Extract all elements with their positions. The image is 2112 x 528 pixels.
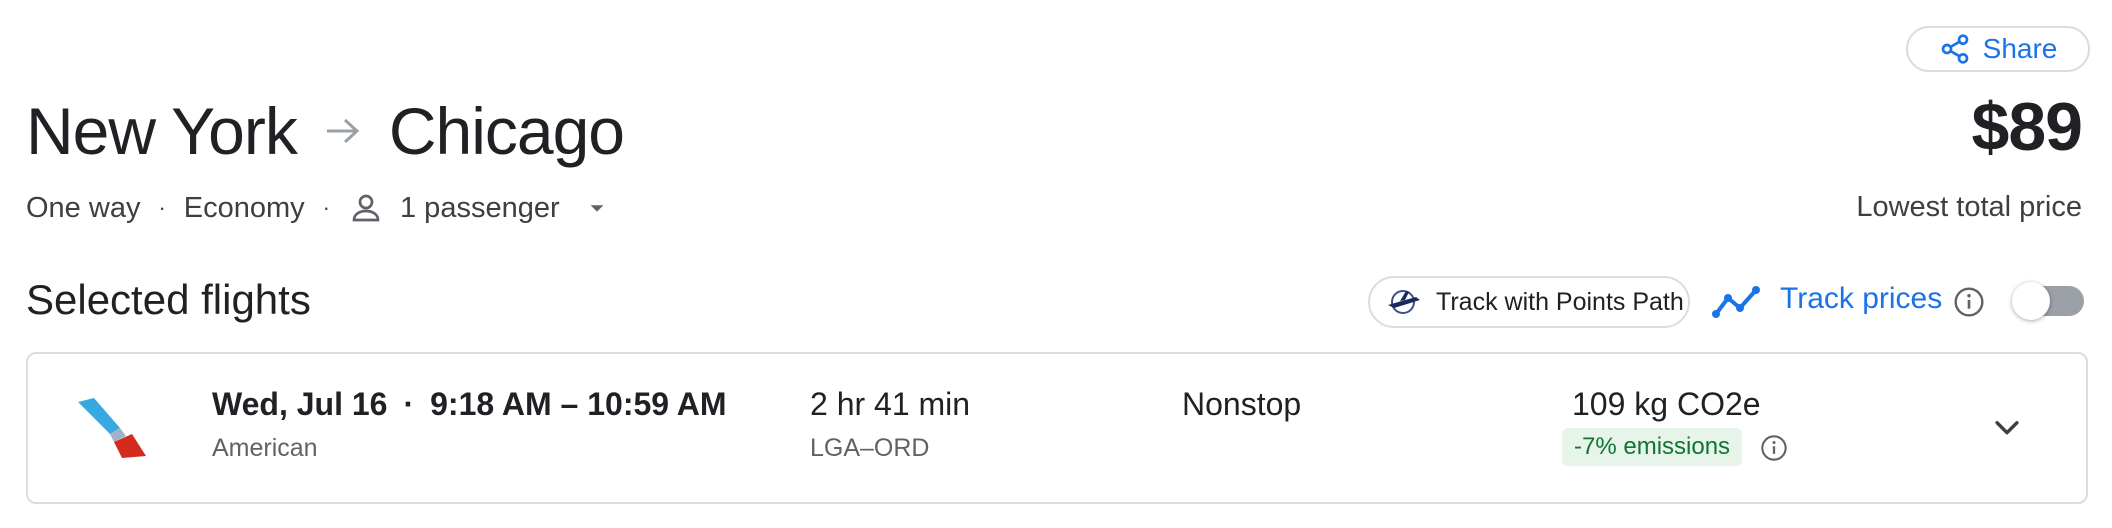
passenger-count: 1 passenger [400, 191, 560, 224]
toggle-knob [2012, 282, 2050, 320]
share-button[interactable]: Share [1906, 26, 2090, 72]
track-prices-toggle[interactable] [2012, 282, 2088, 320]
share-icon [1941, 34, 1968, 64]
person-icon [352, 194, 380, 222]
caret-down-icon [590, 205, 604, 212]
price-amount: $89 [1971, 89, 2083, 165]
separator-dot: · [403, 386, 415, 422]
emissions-badge: -7% emissions [1562, 428, 1743, 466]
price-caption: Lowest total price [1856, 191, 2082, 223]
track-prices-label[interactable]: Track prices [1780, 282, 1942, 316]
emissions-value: 109 kg CO2e [1572, 386, 1761, 422]
flight-duration: 2 hr 41 min [810, 386, 971, 422]
arrow-right-icon [326, 118, 360, 144]
trend-line-icon [1712, 286, 1760, 318]
american-airlines-logo [78, 398, 146, 458]
flight-schedule: Wed, Jul 16 · 9:18 AM – 10:59 AM [212, 386, 727, 423]
separator-dot: · [322, 195, 330, 220]
page-title: New York Chicago [26, 88, 625, 174]
points-path-icon [1388, 290, 1420, 314]
share-label: Share [1982, 33, 2058, 64]
origin-city: New York [26, 94, 298, 168]
section-title: Selected flights [26, 276, 311, 323]
points-path-button[interactable]: Track with Points Path [1368, 276, 1690, 328]
separator-dot: · [158, 195, 166, 220]
flight-route: LGA–ORD [810, 434, 930, 462]
flight-times: 9:18 AM – 10:59 AM [430, 386, 727, 422]
destination-city: Chicago [388, 94, 625, 168]
info-icon[interactable] [1953, 286, 1985, 318]
trip-options: One way · Economy · 1 passenger [26, 190, 608, 226]
passenger-selector[interactable]: 1 passenger [348, 190, 608, 226]
info-icon[interactable] [1760, 434, 1788, 462]
flight-date: Wed, Jul 16 [212, 386, 388, 422]
airline-name: American [212, 434, 318, 462]
cabin-class: Economy [183, 191, 305, 224]
points-path-label: Track with Points Path [1436, 287, 1684, 316]
flight-stops: Nonstop [1182, 386, 1302, 422]
flight-card[interactable] [26, 352, 2088, 504]
chevron-down-icon[interactable] [1990, 410, 2024, 444]
trip-type: One way [26, 191, 141, 224]
